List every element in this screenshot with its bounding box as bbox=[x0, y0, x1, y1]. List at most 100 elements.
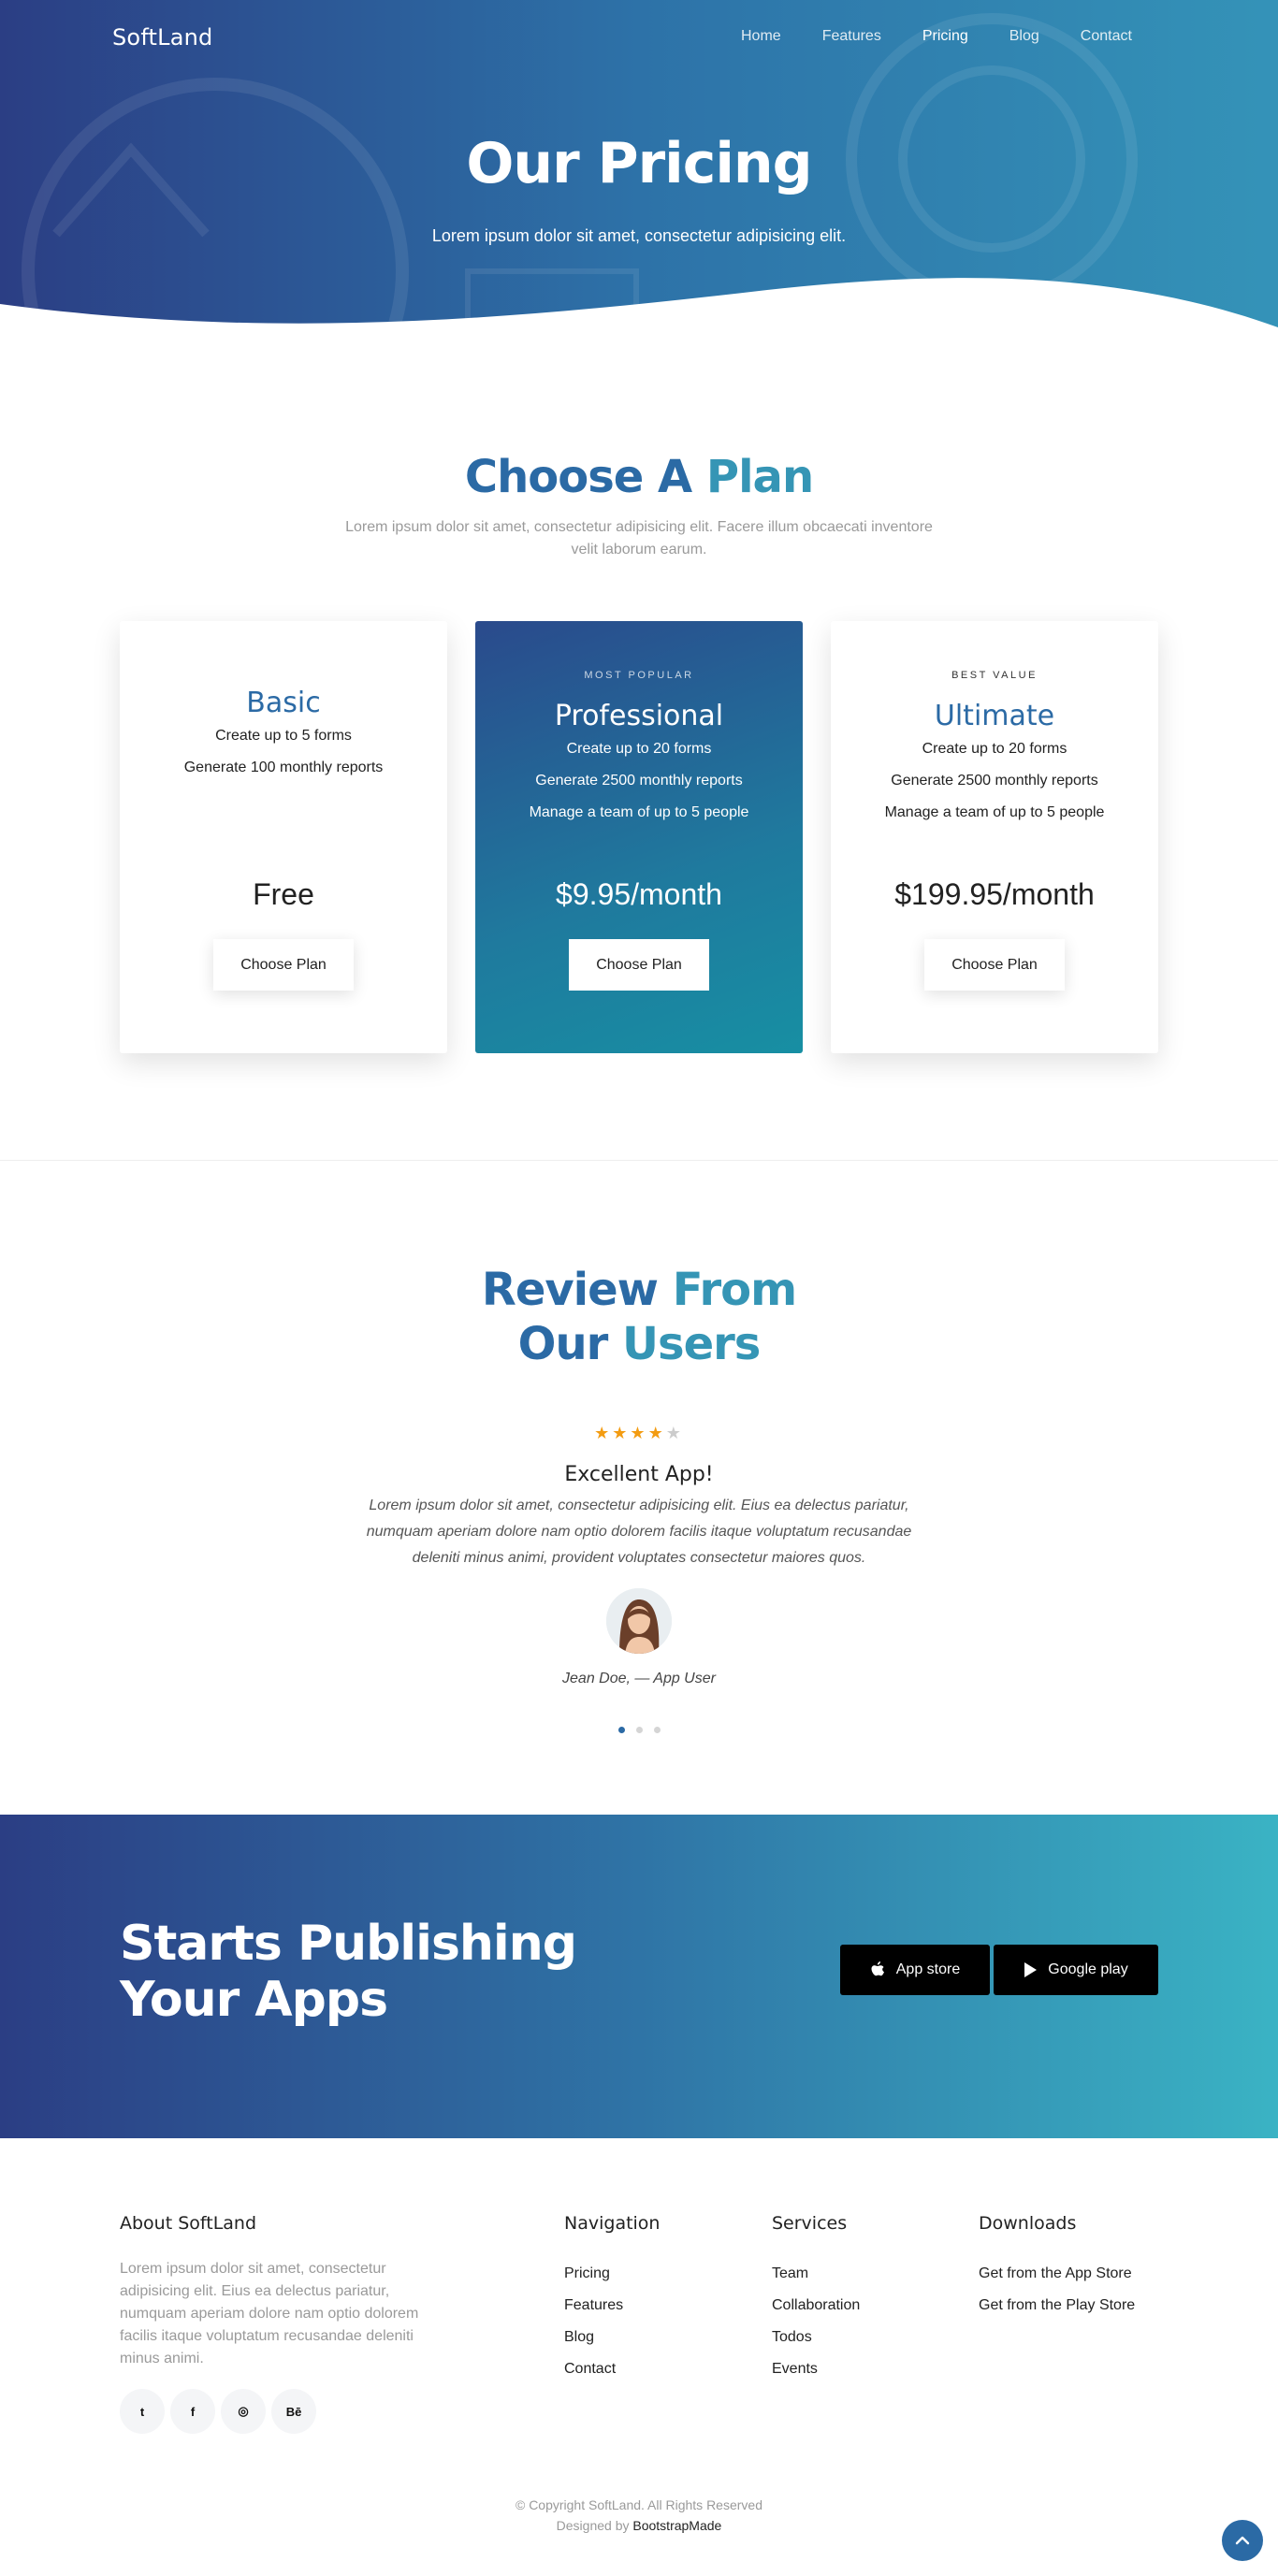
plan-name: Professional bbox=[554, 700, 724, 732]
review-headline: Excellent App! bbox=[564, 1463, 714, 1486]
star-empty-icon: ★ bbox=[665, 1424, 684, 1442]
choose-plan-button[interactable]: Choose Plan bbox=[569, 939, 709, 991]
cta-title-line: Your Apps bbox=[120, 1972, 388, 2028]
social-links: t f ◎ Bē bbox=[120, 2389, 316, 2434]
footer-navigation-list: Pricing Features Blog Contact bbox=[564, 2258, 623, 2385]
dribbble-icon[interactable]: ◎ bbox=[221, 2389, 266, 2434]
footer-about-heading: About SoftLand bbox=[120, 2213, 257, 2234]
footer-navigation-heading: Navigation bbox=[564, 2213, 661, 2234]
pricing-title-part1: Choose A bbox=[464, 451, 692, 503]
google-play-label: Google play bbox=[1048, 1961, 1128, 1977]
footer-link[interactable]: Get from the Play Store bbox=[979, 2290, 1135, 2322]
avatar bbox=[606, 1588, 672, 1654]
footer-about-text: Lorem ipsum dolor sit amet, consectetur … bbox=[120, 2261, 419, 2366]
reviews-title: Review From Our Users bbox=[0, 1263, 1278, 1371]
cta-title: Starts Publishing Your Apps bbox=[120, 1916, 577, 2028]
carousel-dot[interactable] bbox=[635, 1727, 643, 1733]
footer-link[interactable]: Contact bbox=[564, 2353, 623, 2385]
user-avatar-image bbox=[606, 1588, 672, 1654]
google-play-button[interactable]: Google play bbox=[994, 1945, 1158, 1995]
reviews-title-word: From bbox=[672, 1264, 797, 1316]
star-filled-icon: ★ bbox=[647, 1424, 666, 1442]
plan-features: Create up to 5 forms Generate 100 monthl… bbox=[120, 720, 447, 784]
section-divider bbox=[0, 1160, 1278, 1161]
rating-stars: ★★★★★ bbox=[0, 1424, 1278, 1443]
play-icon bbox=[1024, 1962, 1038, 1977]
plan-feature: Create up to 20 forms bbox=[566, 741, 712, 757]
reviews-title-word: Our bbox=[517, 1318, 609, 1370]
plan-badge: MOST POPULAR bbox=[584, 670, 694, 681]
cta-section: Starts Publishing Your Apps App store Go… bbox=[0, 1815, 1278, 2138]
app-store-button[interactable]: App store bbox=[840, 1945, 990, 1995]
chevron-up-icon bbox=[1235, 2536, 1250, 2545]
choose-plan-button[interactable]: Choose Plan bbox=[924, 939, 1065, 991]
pricing-subtitle: Lorem ipsum dolor sit amet, consectetur … bbox=[345, 519, 933, 557]
hero-section: SoftLand Home Features Pricing Blog Cont… bbox=[0, 0, 1278, 337]
review-author: Jean Doe, — App User bbox=[562, 1671, 716, 1686]
page-title: Our Pricing bbox=[466, 131, 812, 196]
plan-features: Create up to 20 forms Generate 2500 mont… bbox=[475, 733, 803, 829]
plan-price: Free bbox=[253, 877, 314, 911]
reviews-title-word: Users bbox=[622, 1318, 761, 1370]
review-text: Lorem ipsum dolor sit amet, consectetur … bbox=[366, 1498, 912, 1566]
footer-link[interactable]: Todos bbox=[772, 2322, 860, 2353]
footer-link[interactable]: Blog bbox=[564, 2322, 623, 2353]
carousel-dot[interactable] bbox=[617, 1727, 625, 1733]
plan-feature: Create up to 20 forms bbox=[922, 741, 1067, 757]
copyright: © Copyright SoftLand. All Rights Reserve… bbox=[515, 2497, 762, 2512]
footer-downloads-list: Get from the App Store Get from the Play… bbox=[979, 2258, 1135, 2322]
footer-link[interactable]: Pricing bbox=[564, 2258, 623, 2290]
star-filled-icon: ★ bbox=[594, 1424, 613, 1442]
app-store-label: App store bbox=[895, 1961, 961, 1977]
plan-feature: Generate 2500 monthly reports bbox=[891, 773, 1098, 789]
reviews-title-word: Review bbox=[481, 1264, 659, 1316]
twitter-icon[interactable]: t bbox=[120, 2389, 165, 2434]
star-filled-icon: ★ bbox=[612, 1424, 631, 1442]
hero-wave bbox=[0, 278, 1278, 337]
choose-plan-button[interactable]: Choose Plan bbox=[213, 939, 354, 991]
main-nav: Home Features Pricing Blog Contact bbox=[741, 28, 1173, 45]
pricing-title: Choose A Plan bbox=[0, 451, 1278, 503]
behance-icon[interactable]: Bē bbox=[271, 2389, 316, 2434]
plan-price: $9.95/month bbox=[556, 877, 722, 911]
nav-contact[interactable]: Contact bbox=[1081, 28, 1132, 45]
footer-link[interactable]: Events bbox=[772, 2353, 860, 2385]
carousel-dot[interactable] bbox=[653, 1727, 661, 1733]
plan-card-basic: Basic Create up to 5 forms Generate 100 … bbox=[120, 621, 447, 1053]
hero-subtitle: Lorem ipsum dolor sit amet, consectetur … bbox=[431, 226, 847, 245]
footer-services-heading: Services bbox=[772, 2213, 848, 2234]
nav-home[interactable]: Home bbox=[741, 28, 781, 45]
apple-icon bbox=[871, 1961, 884, 1976]
back-to-top-button[interactable] bbox=[1222, 2520, 1263, 2561]
footer-link[interactable]: Features bbox=[564, 2290, 623, 2322]
pricing-title-part2: Plan bbox=[705, 451, 814, 503]
plan-name: Ultimate bbox=[934, 700, 1055, 732]
plan-feature: Generate 100 monthly reports bbox=[183, 760, 384, 775]
nav-pricing[interactable]: Pricing bbox=[922, 28, 968, 45]
designed-by-prefix: Designed by bbox=[556, 2518, 630, 2533]
plan-name: Basic bbox=[246, 687, 321, 719]
plan-feature: Manage a team of up to 5 people bbox=[884, 804, 1105, 820]
nav-blog[interactable]: Blog bbox=[1009, 28, 1039, 45]
footer-services-list: Team Collaboration Todos Events bbox=[772, 2258, 860, 2385]
plan-feature: Generate 2500 monthly reports bbox=[535, 773, 743, 789]
carousel-pagination bbox=[0, 1727, 1278, 1733]
facebook-icon[interactable]: f bbox=[170, 2389, 215, 2434]
brand-logo[interactable]: SoftLand bbox=[112, 24, 212, 51]
plan-badge: BEST VALUE bbox=[951, 670, 1038, 681]
nav-features[interactable]: Features bbox=[822, 28, 881, 45]
plan-feature: Create up to 5 forms bbox=[215, 728, 352, 744]
footer-link[interactable]: Get from the App Store bbox=[979, 2258, 1135, 2290]
designed-by: Designed by BootstrapMade bbox=[0, 2518, 1278, 2533]
plan-card-ultimate: BEST VALUE Ultimate Create up to 20 form… bbox=[831, 621, 1158, 1053]
plan-features: Create up to 20 forms Generate 2500 mont… bbox=[831, 733, 1158, 829]
footer-link[interactable]: Collaboration bbox=[772, 2290, 860, 2322]
star-filled-icon: ★ bbox=[630, 1424, 648, 1442]
plan-feature: Manage a team of up to 5 people bbox=[529, 804, 749, 820]
designed-by-link[interactable]: BootstrapMade bbox=[632, 2518, 721, 2533]
footer-link[interactable]: Team bbox=[772, 2258, 860, 2290]
plan-price: $199.95/month bbox=[894, 877, 1095, 911]
cta-title-line: Starts Publishing bbox=[120, 1916, 577, 1972]
footer-downloads-heading: Downloads bbox=[979, 2213, 1077, 2234]
plan-card-professional: MOST POPULAR Professional Create up to 2… bbox=[475, 621, 803, 1053]
